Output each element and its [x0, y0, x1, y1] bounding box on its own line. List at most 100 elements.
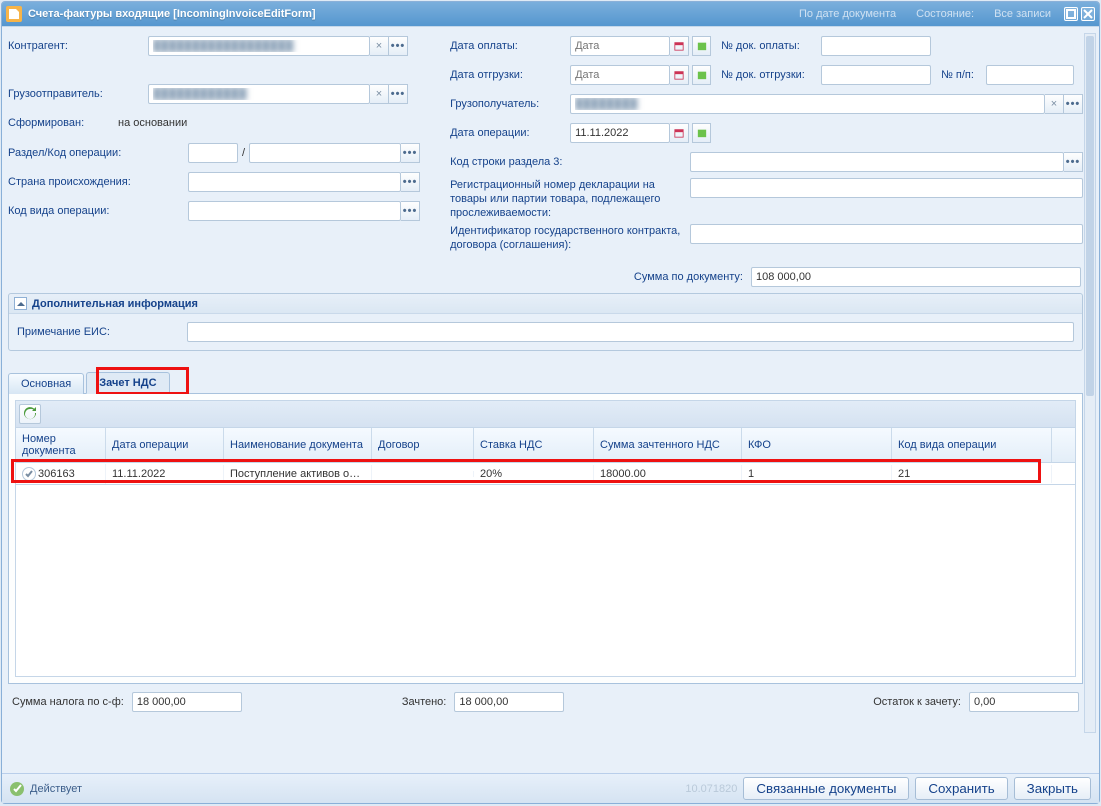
- opdate-cal-icon[interactable]: [670, 123, 689, 143]
- col-date[interactable]: Дата операции: [106, 428, 224, 462]
- shipdate-cal2-icon[interactable]: [692, 65, 711, 85]
- paydoc-input[interactable]: [821, 36, 931, 56]
- eis-label: Примечание ЕИС:: [17, 326, 187, 338]
- cell-date: 11.11.2022: [106, 465, 224, 483]
- shipdoc-label: № док. отгрузки:: [721, 69, 821, 81]
- opcode-label: Код вида операции:: [8, 205, 188, 217]
- paydate-input[interactable]: [570, 36, 670, 56]
- faded-filter-1: По дате документа: [799, 8, 896, 20]
- col-sum[interactable]: Сумма зачтенного НДС: [594, 428, 742, 462]
- formed-value: на основании: [118, 117, 187, 129]
- sum-input[interactable]: [751, 267, 1081, 287]
- section3-lookup-icon[interactable]: •••: [1064, 152, 1083, 172]
- slash-sep: /: [242, 147, 245, 159]
- consignee-clear-icon[interactable]: ×: [1045, 94, 1064, 114]
- col-kfo[interactable]: КФО: [742, 428, 892, 462]
- paydate-cal2-icon[interactable]: [692, 36, 711, 56]
- shipper-clear-icon[interactable]: ×: [370, 84, 389, 104]
- ghost-number: 10.071820: [685, 783, 737, 795]
- cell-opcode: 21: [892, 465, 1052, 483]
- opcode-section-lookup-icon[interactable]: •••: [401, 143, 420, 163]
- col-num[interactable]: Номер документа: [16, 428, 106, 462]
- status-ok-icon: [10, 782, 24, 796]
- rest-label: Остаток к зачету:: [873, 696, 961, 708]
- form-icon: [6, 6, 22, 22]
- origin-input[interactable]: [188, 172, 401, 192]
- tab-nds[interactable]: Зачет НДС: [86, 372, 169, 394]
- section3-label: Код строки раздела 3:: [450, 156, 690, 168]
- col-rate[interactable]: Ставка НДС: [474, 428, 594, 462]
- paydoc-label: № док. оплаты:: [721, 40, 821, 52]
- cell-kfo: 1: [742, 465, 892, 483]
- window-title: Счета-фактуры входящие [IncomingInvoiceE…: [28, 8, 789, 20]
- npp-input[interactable]: [986, 65, 1074, 85]
- titlebar: Счета-фактуры входящие [IncomingInvoiceE…: [2, 2, 1099, 26]
- col-contract[interactable]: Договор: [372, 428, 474, 462]
- col-opcode[interactable]: Код вида операции: [892, 428, 1052, 462]
- window-frame: Счета-фактуры входящие [IncomingInvoiceE…: [1, 1, 1100, 804]
- contragent-clear-icon[interactable]: ×: [370, 36, 389, 56]
- opcode-section-input[interactable]: [249, 143, 401, 163]
- regnum-input[interactable]: [690, 178, 1083, 198]
- table-row[interactable]: 306163 11.11.2022 Поступление активов о……: [15, 463, 1076, 485]
- origin-lookup-icon[interactable]: •••: [401, 172, 420, 192]
- opcode-input[interactable]: [188, 201, 401, 221]
- shipdoc-input[interactable]: [821, 65, 931, 85]
- regnum-label: Регистрационный номер декларации на това…: [450, 178, 690, 220]
- shipdate-cal-icon[interactable]: [670, 65, 689, 85]
- status-text: Действует: [30, 783, 82, 795]
- origin-label: Страна происхождения:: [8, 176, 188, 188]
- contragent-lookup-icon[interactable]: •••: [389, 36, 408, 56]
- vertical-scrollbar[interactable]: [1084, 33, 1096, 733]
- save-button[interactable]: Сохранить: [915, 777, 1007, 800]
- extra-fieldset: Дополнительная информация Примечание ЕИС…: [8, 293, 1083, 351]
- section-input[interactable]: [188, 143, 238, 163]
- tab-main[interactable]: Основная: [8, 373, 84, 394]
- rest-input[interactable]: [969, 692, 1079, 712]
- faded-filter-2: Состояние:: [916, 8, 974, 20]
- contragent-input[interactable]: [148, 36, 370, 56]
- paydate-cal-icon[interactable]: [670, 36, 689, 56]
- shipdate-input[interactable]: [570, 65, 670, 85]
- formed-label: Сформирован:: [8, 117, 118, 129]
- npp-label: № п/п:: [941, 69, 986, 81]
- refresh-icon[interactable]: [19, 404, 41, 424]
- row-status-icon: [22, 467, 36, 481]
- grid-empty-area: [15, 485, 1076, 677]
- paydate-label: Дата оплаты:: [450, 40, 570, 52]
- collapse-up-icon[interactable]: [14, 297, 27, 310]
- footer-bar: Действует 10.071820 Связанные документы …: [2, 773, 1099, 803]
- section-label: Раздел/Код операции:: [8, 147, 188, 159]
- cell-contract: [372, 471, 474, 477]
- extra-header: Дополнительная информация: [32, 298, 198, 310]
- opdate-cal2-icon[interactable]: [692, 123, 711, 143]
- shipper-label: Грузоотправитель:: [8, 88, 148, 100]
- opcode-lookup-icon[interactable]: •••: [401, 201, 420, 221]
- tax-input[interactable]: [132, 692, 242, 712]
- form-body: Контрагент: × ••• Грузоотправитель: × ••…: [2, 26, 1099, 803]
- close-icon[interactable]: [1081, 7, 1095, 21]
- eis-input[interactable]: [187, 322, 1074, 342]
- close-button[interactable]: Закрыть: [1014, 777, 1091, 800]
- consignee-input[interactable]: [570, 94, 1045, 114]
- cell-num: 306163: [38, 468, 75, 480]
- contractid-label: Идентификатор государственного контракта…: [450, 224, 690, 252]
- contractid-input[interactable]: [690, 224, 1083, 244]
- consignee-lookup-icon[interactable]: •••: [1064, 94, 1083, 114]
- shipper-input[interactable]: [148, 84, 370, 104]
- scrollbar-thumb[interactable]: [1086, 36, 1094, 396]
- col-name[interactable]: Наименование документа: [224, 428, 372, 462]
- consignee-label: Грузополучатель:: [450, 98, 570, 110]
- shipper-lookup-icon[interactable]: •••: [389, 84, 408, 104]
- credited-input[interactable]: [454, 692, 564, 712]
- related-docs-button[interactable]: Связанные документы: [743, 777, 909, 800]
- tax-label: Сумма налога по с-ф:: [12, 696, 124, 708]
- cell-sum: 18000.00: [594, 465, 742, 483]
- cell-name: Поступление активов о…: [224, 465, 372, 483]
- credited-label: Зачтено:: [402, 696, 447, 708]
- opdate-input[interactable]: [570, 123, 670, 143]
- opdate-label: Дата операции:: [450, 127, 570, 139]
- section3-input[interactable]: [690, 152, 1064, 172]
- maximize-icon[interactable]: [1064, 7, 1078, 21]
- cell-rate: 20%: [474, 465, 594, 483]
